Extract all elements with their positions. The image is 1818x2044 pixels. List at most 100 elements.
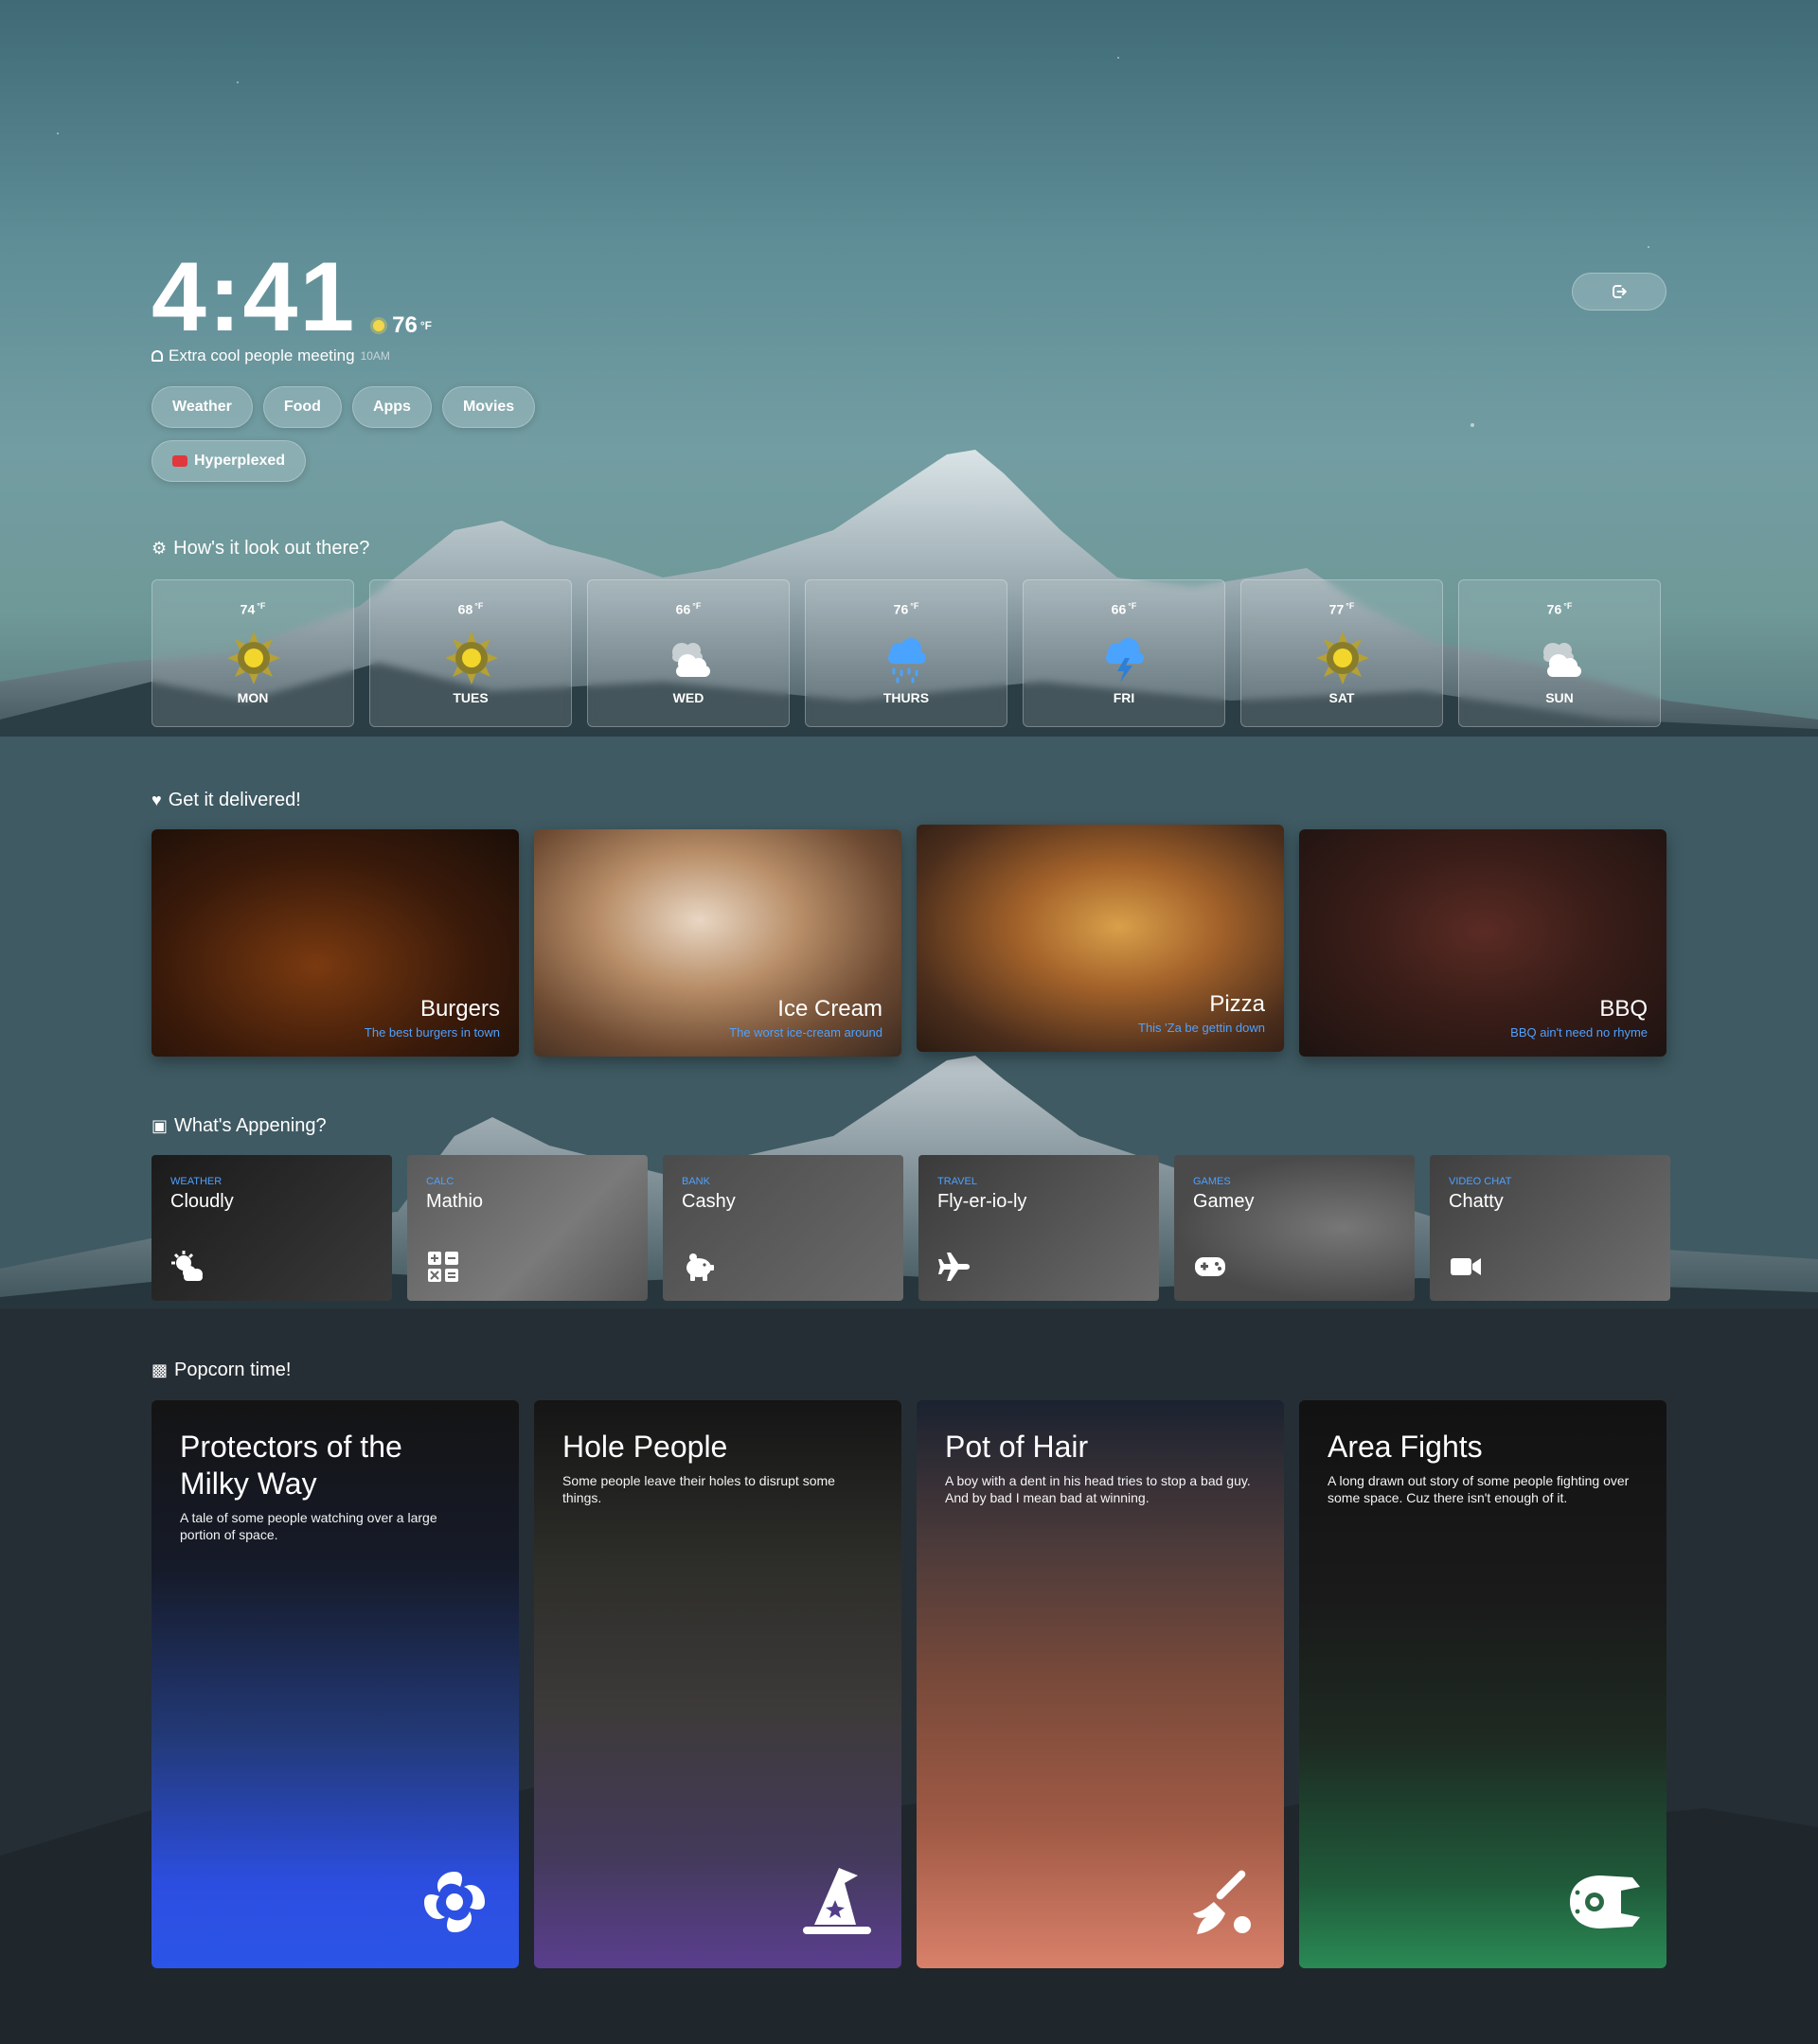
nav-food-button[interactable]: Food: [262, 386, 342, 428]
forecast-day[interactable]: 77 °F SAT: [1240, 579, 1443, 727]
nav-weather-button[interactable]: Weather: [152, 386, 253, 428]
temp-unit: °F: [1563, 601, 1573, 611]
food-card-ice-cream[interactable]: Ice Cream The worst ice-cream around: [534, 829, 901, 1057]
forecast-day[interactable]: 66 °F FRI: [1023, 579, 1225, 727]
temp-value: 66: [675, 601, 691, 617]
forecast-temp: 76 °F: [1459, 601, 1660, 617]
movie-card-area-fights[interactable]: Area Fights A long drawn out story of so…: [1299, 1400, 1666, 1968]
forecast-temp: 66 °F: [588, 601, 789, 617]
weather-forecast: 74 °F MON 68 °F TUES 66 °F WED 76 °F THURS 6…: [152, 579, 1661, 727]
nav-movies-button[interactable]: Movies: [441, 386, 536, 428]
forecast-temp: 76 °F: [806, 601, 1007, 617]
movie-title: Protectors of the Milky Way: [180, 1430, 402, 1502]
app-name: Fly-er-io-ly: [937, 1191, 1027, 1212]
app-category: GAMES: [1193, 1176, 1231, 1187]
youtube-icon: [172, 455, 187, 467]
forecast-day-name: FRI: [1113, 690, 1135, 705]
rain-icon: [888, 638, 926, 684]
toolbox-icon: ▣: [152, 1116, 169, 1135]
app-cards: WEATHER Cloudly CALC Mathio BANK Cashy T…: [152, 1155, 1670, 1301]
sun-icon: [445, 631, 498, 684]
forecast-day[interactable]: 66 °F WED: [587, 579, 790, 727]
temp-unit: °F: [1346, 601, 1355, 611]
food-section-title: ♥ Get it delivered!: [152, 790, 301, 811]
forecast-day-name: MON: [237, 690, 269, 705]
movie-description: A long drawn out story of some people fi…: [1328, 1473, 1630, 1505]
food-title: Burgers: [419, 996, 500, 1022]
youtube-link-button[interactable]: Hyperplexed: [152, 440, 307, 482]
movie-description: A boy with a dent in his head tries to s…: [945, 1473, 1251, 1505]
app-card-chatty[interactable]: VIDEO CHAT Chatty: [1430, 1155, 1670, 1301]
food-card-burgers[interactable]: Burgers The best burgers in town: [152, 829, 519, 1057]
sun-icon: [1316, 631, 1369, 684]
app-card-gamey[interactable]: GAMES Gamey: [1174, 1155, 1415, 1301]
next-event: Extra cool people meeting 10AM: [152, 347, 390, 365]
movie-card-protectors[interactable]: Protectors of the Milky Way A tale of so…: [152, 1400, 519, 1968]
movie-card-hole-people[interactable]: Hole People Some people leave their hole…: [534, 1400, 901, 1968]
forecast-temp: 74 °F: [152, 601, 353, 617]
app-category: WEATHER: [170, 1176, 223, 1187]
movie-title: Hole People: [562, 1430, 728, 1464]
current-weather: 76 °F: [373, 312, 432, 339]
food-subtitle: The best burgers in town: [364, 1025, 500, 1040]
temp-value: 66: [1111, 601, 1127, 617]
forecast-temp: 66 °F: [1024, 601, 1224, 617]
app-category: VIDEO CHAT: [1449, 1176, 1512, 1187]
forecast-day-name: TUES: [453, 690, 489, 705]
food-subtitle: The worst ice-cream around: [729, 1025, 882, 1040]
temp-value: 77: [1328, 601, 1345, 617]
forecast-day-name: THURS: [882, 690, 930, 705]
app-card-mathio[interactable]: CALC Mathio: [407, 1155, 648, 1301]
apps-title-text: What's Appening?: [174, 1115, 327, 1136]
app-name: Cloudly: [170, 1191, 234, 1212]
movie-title: Area Fights: [1328, 1430, 1483, 1464]
movie-description: Some people leave their holes to disrupt…: [562, 1473, 835, 1505]
cloud-sun-icon: [171, 1251, 203, 1281]
app-name: Mathio: [426, 1191, 484, 1212]
movie-cards: Protectors of the Milky Way A tale of so…: [152, 1400, 1666, 1968]
clock-time: 4:41: [152, 242, 357, 352]
food-title: Pizza: [1209, 991, 1265, 1017]
video-camera-icon: [1451, 1258, 1481, 1275]
temp-unit: °F: [1128, 601, 1137, 611]
film-camera-icon: ▩: [152, 1360, 169, 1379]
galaxy-icon: [424, 1872, 485, 1932]
temp-unit: °F: [692, 601, 702, 611]
logout-button[interactable]: [1572, 273, 1666, 311]
current-temp: 76: [392, 312, 418, 338]
forecast-day-name: SUN: [1545, 690, 1574, 705]
temp-value: 68: [457, 601, 473, 617]
food-title: BBQ: [1599, 996, 1648, 1022]
storm-icon: [1106, 638, 1144, 683]
movie-card-pot-of-hair[interactable]: Pot of Hair A boy with a dent in his hea…: [917, 1400, 1284, 1968]
forecast-day[interactable]: 74 °F MON: [152, 579, 354, 727]
wizard-hat-icon: [803, 1868, 871, 1934]
cloud-icon: [1543, 643, 1581, 677]
plane-icon: [938, 1253, 970, 1281]
app-name: Cashy: [682, 1191, 736, 1212]
app-card-cashy[interactable]: BANK Cashy: [663, 1155, 903, 1301]
movie-title-block: Pot of Hair A boy with a dent in his hea…: [945, 1429, 1256, 1506]
app-category: TRAVEL: [937, 1176, 977, 1187]
app-card-fly-er-io-ly[interactable]: TRAVEL Fly-er-io-ly: [918, 1155, 1159, 1301]
event-title: Extra cool people meeting: [169, 347, 355, 364]
movie-title-block: Protectors of the Milky Way A tale of so…: [180, 1429, 490, 1543]
food-subtitle: BBQ ain't need no rhyme: [1510, 1025, 1648, 1040]
nav-apps-button[interactable]: Apps: [351, 386, 432, 428]
gamepad-icon: [1195, 1257, 1225, 1276]
forecast-day[interactable]: 76 °F THURS: [805, 579, 1007, 727]
spaceship-icon: [1570, 1875, 1640, 1928]
section-nav: Weather Food Apps Movies: [152, 386, 536, 428]
calculator-icon: [428, 1252, 458, 1282]
forecast-day[interactable]: 76 °F SUN: [1458, 579, 1661, 727]
food-title: Ice Cream: [777, 996, 882, 1022]
forecast-day[interactable]: 68 °F TUES: [369, 579, 572, 727]
food-cards: Burgers The best burgers in town Ice Cre…: [152, 825, 1666, 1057]
food-card-pizza[interactable]: Pizza This 'Za be gettin down: [917, 825, 1284, 1052]
forecast-day-name: WED: [672, 690, 704, 705]
movie-description: A tale of some people watching over a la…: [180, 1510, 437, 1542]
temp-value: 74: [240, 601, 256, 617]
weather-title-text: How's it look out there?: [173, 538, 370, 559]
app-card-cloudly[interactable]: WEATHER Cloudly: [152, 1155, 392, 1301]
food-card-bbq[interactable]: BBQ BBQ ain't need no rhyme: [1299, 829, 1666, 1057]
